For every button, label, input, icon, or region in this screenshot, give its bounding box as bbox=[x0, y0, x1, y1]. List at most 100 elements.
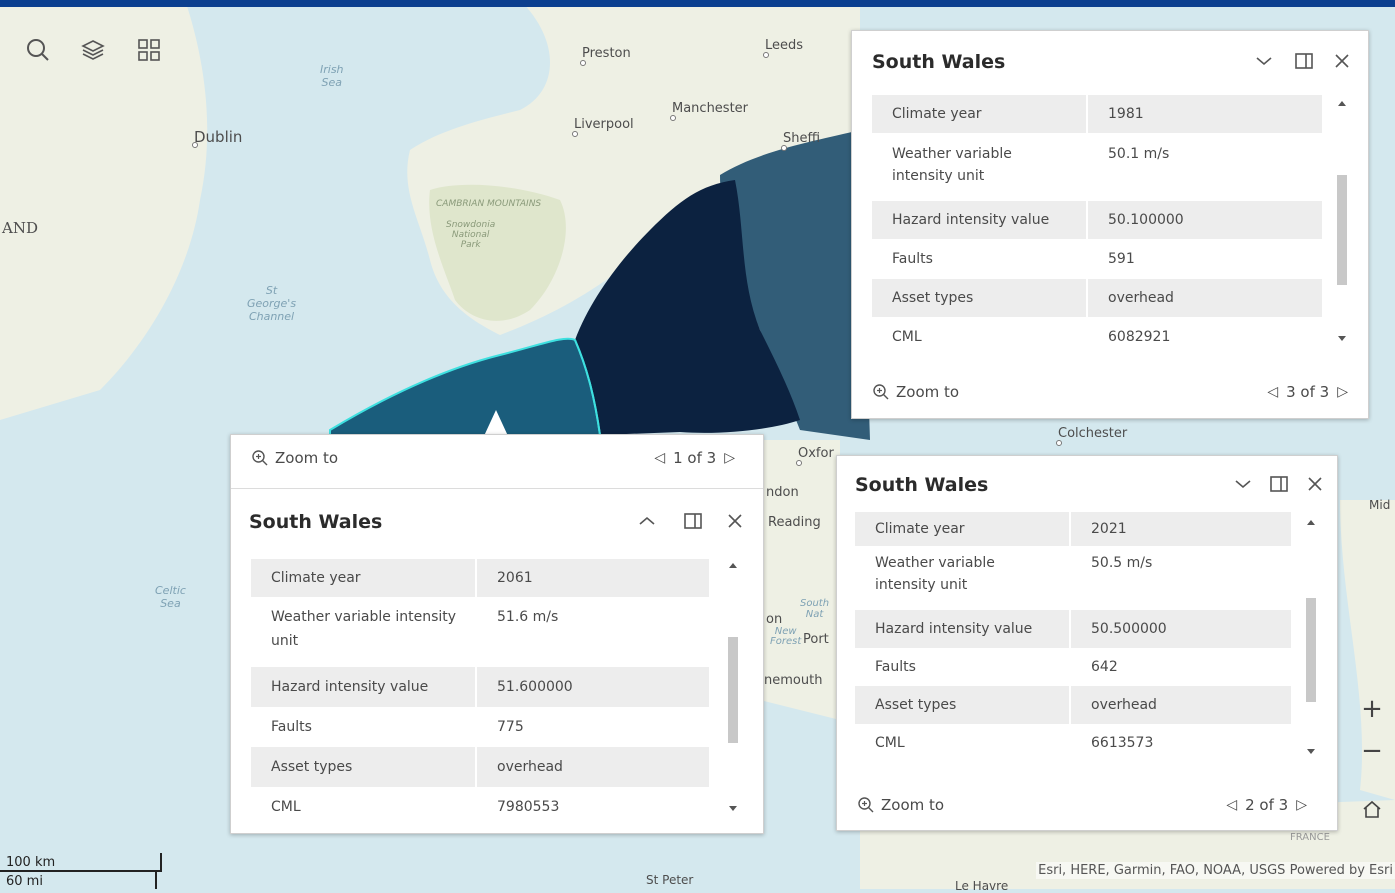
next-feature-icon[interactable]: ▷ bbox=[1296, 797, 1307, 813]
map-label-new-forest: New Forest bbox=[770, 626, 802, 647]
popup-title: South Wales bbox=[855, 474, 989, 496]
map-label-st-georges: St George's Channel bbox=[247, 284, 297, 323]
table-row: Asset types overhead bbox=[251, 747, 709, 787]
scroll-up-arrow[interactable] bbox=[729, 563, 737, 568]
close-button[interactable] bbox=[723, 509, 747, 533]
map-label-st-peter: St Peter bbox=[646, 873, 694, 887]
popup-header: South Wales bbox=[852, 39, 1368, 83]
zoom-out-button[interactable]: − bbox=[1355, 734, 1389, 768]
search-button[interactable] bbox=[22, 34, 54, 66]
dock-button[interactable] bbox=[681, 509, 705, 533]
pager-text: 2 of 3 bbox=[1245, 796, 1289, 814]
chevron-up-icon bbox=[639, 516, 655, 525]
close-button[interactable] bbox=[1303, 472, 1327, 496]
collapse-button[interactable] bbox=[1231, 472, 1255, 496]
table-row: CML 6613573 bbox=[855, 724, 1291, 762]
home-button[interactable] bbox=[1355, 792, 1389, 826]
layers-button[interactable] bbox=[77, 34, 109, 66]
scroll-thumb[interactable] bbox=[1337, 175, 1347, 285]
scrollbar[interactable] bbox=[1303, 512, 1319, 760]
pager-text: 1 of 3 bbox=[673, 449, 717, 467]
scroll-down-arrow[interactable] bbox=[1307, 749, 1315, 754]
table-row: CML 6082921 bbox=[872, 317, 1322, 357]
map-label-sheffield: Sheffi bbox=[780, 131, 821, 151]
table-row: Hazard intensity value 50.100000 bbox=[872, 201, 1322, 239]
basemap-gallery-button[interactable] bbox=[133, 34, 165, 66]
dock-button[interactable] bbox=[1267, 472, 1291, 496]
scroll-up-arrow[interactable] bbox=[1307, 520, 1315, 525]
divider bbox=[231, 488, 763, 489]
map-label-le-havre: Le Havre bbox=[955, 879, 1009, 893]
table-row: Faults 591 bbox=[872, 239, 1322, 279]
scroll-down-arrow[interactable] bbox=[1338, 336, 1346, 341]
previous-feature-icon[interactable]: ◁ bbox=[1226, 797, 1237, 813]
previous-feature-icon[interactable]: ◁ bbox=[654, 450, 665, 466]
table-row: Faults 775 bbox=[251, 707, 709, 747]
popup-header: South Wales bbox=[231, 499, 763, 543]
zoom-in-button[interactable]: + bbox=[1355, 692, 1389, 726]
next-feature-icon[interactable]: ▷ bbox=[1337, 384, 1348, 400]
map-label-reading: Reading bbox=[768, 515, 821, 530]
scroll-up-arrow[interactable] bbox=[1338, 101, 1346, 106]
table-row: Asset types overhead bbox=[872, 279, 1322, 317]
map-label-london: ndon bbox=[766, 485, 799, 500]
zoom-to-button[interactable]: Zoom to bbox=[857, 796, 944, 814]
attribute-table: Climate year 2061 Weather variable intens… bbox=[251, 559, 709, 827]
scrollbar[interactable] bbox=[1334, 95, 1350, 347]
table-row: Weather variable intensity unit 51.6 m/s bbox=[251, 597, 709, 667]
next-feature-icon[interactable]: ▷ bbox=[724, 450, 735, 466]
zoom-to-button[interactable]: Zoom to bbox=[251, 449, 338, 467]
map-label-portsmouth: Port bbox=[803, 632, 829, 647]
previous-feature-icon[interactable]: ◁ bbox=[1267, 384, 1278, 400]
zoom-in-magnifier-icon bbox=[873, 384, 889, 400]
map-label-leeds: Leeds bbox=[762, 38, 804, 58]
map-label-oxford: Oxfor bbox=[796, 446, 834, 466]
map-label-southampton: on bbox=[766, 612, 783, 627]
scroll-thumb[interactable] bbox=[728, 637, 738, 743]
chevron-down-icon bbox=[1256, 57, 1272, 66]
table-row: Weather variable intensity unit 50.1 m/s bbox=[872, 133, 1322, 201]
app-top-bar bbox=[0, 0, 1395, 7]
scroll-down-arrow[interactable] bbox=[729, 806, 737, 811]
map-label-dublin: Dublin bbox=[191, 128, 243, 148]
layers-icon bbox=[81, 40, 105, 60]
map-label-colchester: Colchester bbox=[1055, 426, 1128, 446]
popup-2-of-3[interactable]: South Wales Climate year 2021 Weather var… bbox=[836, 455, 1338, 831]
map-attribution[interactable]: Esri, HERE, Garmin, FAO, NOAA, USGS Powe… bbox=[1036, 862, 1395, 879]
collapse-button[interactable] bbox=[1252, 49, 1276, 73]
popup-header: South Wales bbox=[837, 462, 1337, 506]
popup-1-of-3[interactable]: Zoom to ◁ 1 of 3 ▷ South Wales Climate y… bbox=[230, 434, 764, 834]
feature-pager: ◁ 1 of 3 ▷ bbox=[654, 449, 735, 467]
scale-bar: 100 km 60 mi bbox=[0, 849, 165, 889]
table-row: Asset types overhead bbox=[855, 686, 1291, 724]
map-label-france: FRANCE bbox=[1290, 832, 1330, 843]
map-label-irish-sea: Irish Sea bbox=[320, 63, 344, 89]
popup-footer: Zoom to ◁ 2 of 3 ▷ bbox=[837, 786, 1337, 826]
dock-icon bbox=[684, 513, 702, 529]
zoom-to-button[interactable]: Zoom to bbox=[872, 383, 959, 401]
table-row: Hazard intensity value 50.500000 bbox=[855, 610, 1291, 648]
table-row: Climate year 1981 bbox=[872, 95, 1322, 133]
map-label-preston: Preston bbox=[580, 46, 631, 66]
expand-button[interactable] bbox=[635, 509, 659, 533]
qr-code-icon bbox=[138, 39, 160, 61]
popup-pointer bbox=[484, 410, 508, 436]
table-row: CML 7980553 bbox=[251, 787, 709, 827]
zoom-to-label: Zoom to bbox=[275, 449, 339, 467]
popup-3-of-3[interactable]: South Wales Climate year 1981 Weather var… bbox=[851, 30, 1369, 419]
popup-title: South Wales bbox=[872, 51, 1006, 73]
pager-text: 3 of 3 bbox=[1286, 383, 1330, 401]
dock-button[interactable] bbox=[1292, 49, 1316, 73]
map-label-bournemouth: nemouth bbox=[764, 673, 823, 688]
map-label-and: AND bbox=[2, 219, 38, 237]
dock-icon bbox=[1270, 476, 1288, 492]
feature-pager: ◁ 2 of 3 ▷ bbox=[1226, 796, 1307, 814]
scroll-thumb[interactable] bbox=[1306, 598, 1316, 702]
map-label-liverpool: Liverpool bbox=[572, 117, 634, 137]
feature-pager: ◁ 3 of 3 ▷ bbox=[1267, 383, 1348, 401]
scrollbar[interactable] bbox=[725, 559, 741, 821]
popup-top-bar: Zoom to ◁ 1 of 3 ▷ bbox=[231, 439, 763, 479]
close-button[interactable] bbox=[1330, 49, 1354, 73]
map-label-mid: Mid bbox=[1369, 498, 1391, 512]
scale-km: 100 km bbox=[6, 855, 56, 870]
